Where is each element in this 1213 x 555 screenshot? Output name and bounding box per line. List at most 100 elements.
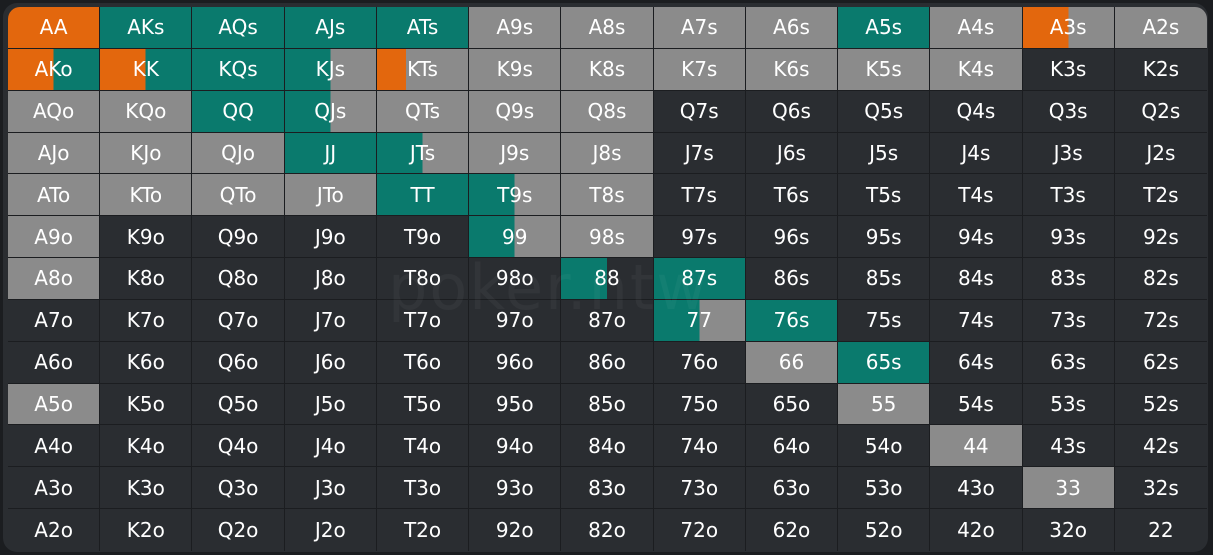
hand-cell-AJs[interactable]: AJs [284,7,377,49]
hand-cell-QTo[interactable]: QTo [192,174,285,217]
hand-cell-T7o[interactable]: T7o [376,299,470,342]
hand-cell-T8s[interactable]: T8s [561,174,654,217]
hand-cell-J7s[interactable]: J7s [653,132,746,175]
hand-cell-A8s[interactable]: A8s [561,7,654,49]
hand-cell-K8s[interactable]: K8s [561,48,654,91]
hand-cell-32s[interactable]: 32s [1114,467,1207,510]
hand-cell-T8o[interactable]: T8o [376,258,470,300]
hand-cell-94s[interactable]: 94s [930,216,1023,259]
hand-cell-99[interactable]: 99 [469,216,562,259]
hand-cell-92s[interactable]: 92s [1114,216,1207,259]
hand-cell-93s[interactable]: 93s [1022,216,1115,259]
hand-cell-43s[interactable]: 43s [1022,425,1115,468]
hand-cell-53s[interactable]: 53s [1022,383,1115,426]
hand-cell-32o[interactable]: 32o [1022,509,1115,551]
hand-cell-K2o[interactable]: K2o [100,509,193,551]
hand-cell-55[interactable]: 55 [838,383,931,426]
hand-cell-75s[interactable]: 75s [838,299,931,342]
hand-cell-84o[interactable]: 84o [561,425,654,468]
hand-cell-77[interactable]: 77 [653,299,746,342]
hand-cell-K2s[interactable]: K2s [1114,48,1207,91]
hand-cell-QTs[interactable]: QTs [376,90,470,133]
hand-cell-98o[interactable]: 98o [469,258,562,300]
hand-cell-KTs[interactable]: KTs [376,48,470,91]
hand-cell-T5s[interactable]: T5s [838,174,931,217]
hand-cell-J6o[interactable]: J6o [284,341,377,384]
hand-cell-Q6s[interactable]: Q6s [745,90,839,133]
hand-cell-K5o[interactable]: K5o [100,383,193,426]
hand-cell-87o[interactable]: 87o [561,299,654,342]
hand-cell-Q9o[interactable]: Q9o [192,216,285,259]
hand-cell-Q9s[interactable]: Q9s [469,90,562,133]
hand-cell-T9o[interactable]: T9o [376,216,470,259]
hand-cell-43o[interactable]: 43o [930,467,1023,510]
hand-cell-97s[interactable]: 97s [653,216,746,259]
hand-cell-75o[interactable]: 75o [653,383,746,426]
hand-cell-AJo[interactable]: AJo [8,132,101,175]
hand-cell-KJs[interactable]: KJs [284,48,377,91]
hand-cell-T9s[interactable]: T9s [469,174,562,217]
hand-cell-Q7o[interactable]: Q7o [192,299,285,342]
hand-cell-62s[interactable]: 62s [1114,341,1207,384]
hand-cell-A7s[interactable]: A7s [653,7,746,49]
hand-cell-QJo[interactable]: QJo [192,132,285,175]
hand-cell-J5s[interactable]: J5s [838,132,931,175]
hand-cell-Q3o[interactable]: Q3o [192,467,285,510]
hand-cell-T6o[interactable]: T6o [376,341,470,384]
hand-cell-K4o[interactable]: K4o [100,425,193,468]
hand-cell-JTs[interactable]: JTs [376,132,470,175]
hand-cell-93o[interactable]: 93o [469,467,562,510]
hand-cell-T2o[interactable]: T2o [376,509,470,551]
hand-cell-KQo[interactable]: KQo [100,90,193,133]
hand-cell-88[interactable]: 88 [561,258,654,300]
hand-cell-AKo[interactable]: AKo [8,48,101,91]
hand-cell-K7o[interactable]: K7o [100,299,193,342]
hand-cell-J4s[interactable]: J4s [930,132,1023,175]
hand-cell-86s[interactable]: 86s [745,258,839,300]
hand-cell-TT[interactable]: TT [376,174,470,217]
hand-cell-72s[interactable]: 72s [1114,299,1207,342]
hand-cell-AQo[interactable]: AQo [8,90,101,133]
hand-cell-83s[interactable]: 83s [1022,258,1115,300]
hand-cell-33[interactable]: 33 [1022,467,1115,510]
hand-cell-JTo[interactable]: JTo [284,174,377,217]
hand-cell-T5o[interactable]: T5o [376,383,470,426]
hand-cell-22[interactable]: 22 [1114,509,1207,551]
hand-cell-54s[interactable]: 54s [930,383,1023,426]
hand-cell-J9o[interactable]: J9o [284,216,377,259]
hand-cell-A2o[interactable]: A2o [8,509,101,551]
hand-cell-87s[interactable]: 87s [653,258,746,300]
hand-cell-42o[interactable]: 42o [930,509,1023,551]
hand-cell-AKs[interactable]: AKs [100,7,193,49]
hand-cell-A2s[interactable]: A2s [1114,7,1207,49]
hand-cell-T3s[interactable]: T3s [1022,174,1115,217]
hand-cell-A4s[interactable]: A4s [930,7,1023,49]
hand-cell-97o[interactable]: 97o [469,299,562,342]
hand-cell-K8o[interactable]: K8o [100,258,193,300]
hand-cell-84s[interactable]: 84s [930,258,1023,300]
hand-cell-KTo[interactable]: KTo [100,174,193,217]
hand-cell-A3s[interactable]: A3s [1022,7,1115,49]
hand-cell-64s[interactable]: 64s [930,341,1023,384]
hand-cell-86o[interactable]: 86o [561,341,654,384]
hand-cell-74s[interactable]: 74s [930,299,1023,342]
hand-cell-AA[interactable]: AA [8,7,101,49]
hand-cell-Q5s[interactable]: Q5s [838,90,931,133]
hand-cell-J9s[interactable]: J9s [469,132,562,175]
hand-cell-Q2s[interactable]: Q2s [1114,90,1207,133]
hand-cell-82o[interactable]: 82o [561,509,654,551]
hand-cell-95o[interactable]: 95o [469,383,562,426]
hand-cell-65o[interactable]: 65o [745,383,839,426]
hand-cell-J4o[interactable]: J4o [284,425,377,468]
hand-cell-96s[interactable]: 96s [745,216,839,259]
hand-cell-94o[interactable]: 94o [469,425,562,468]
hand-cell-K9s[interactable]: K9s [469,48,562,91]
hand-cell-Q7s[interactable]: Q7s [653,90,746,133]
hand-cell-K3s[interactable]: K3s [1022,48,1115,91]
hand-cell-T2s[interactable]: T2s [1114,174,1207,217]
hand-cell-Q8o[interactable]: Q8o [192,258,285,300]
hand-cell-42s[interactable]: 42s [1114,425,1207,468]
hand-cell-T7s[interactable]: T7s [653,174,746,217]
hand-cell-52o[interactable]: 52o [838,509,931,551]
hand-cell-63o[interactable]: 63o [745,467,839,510]
